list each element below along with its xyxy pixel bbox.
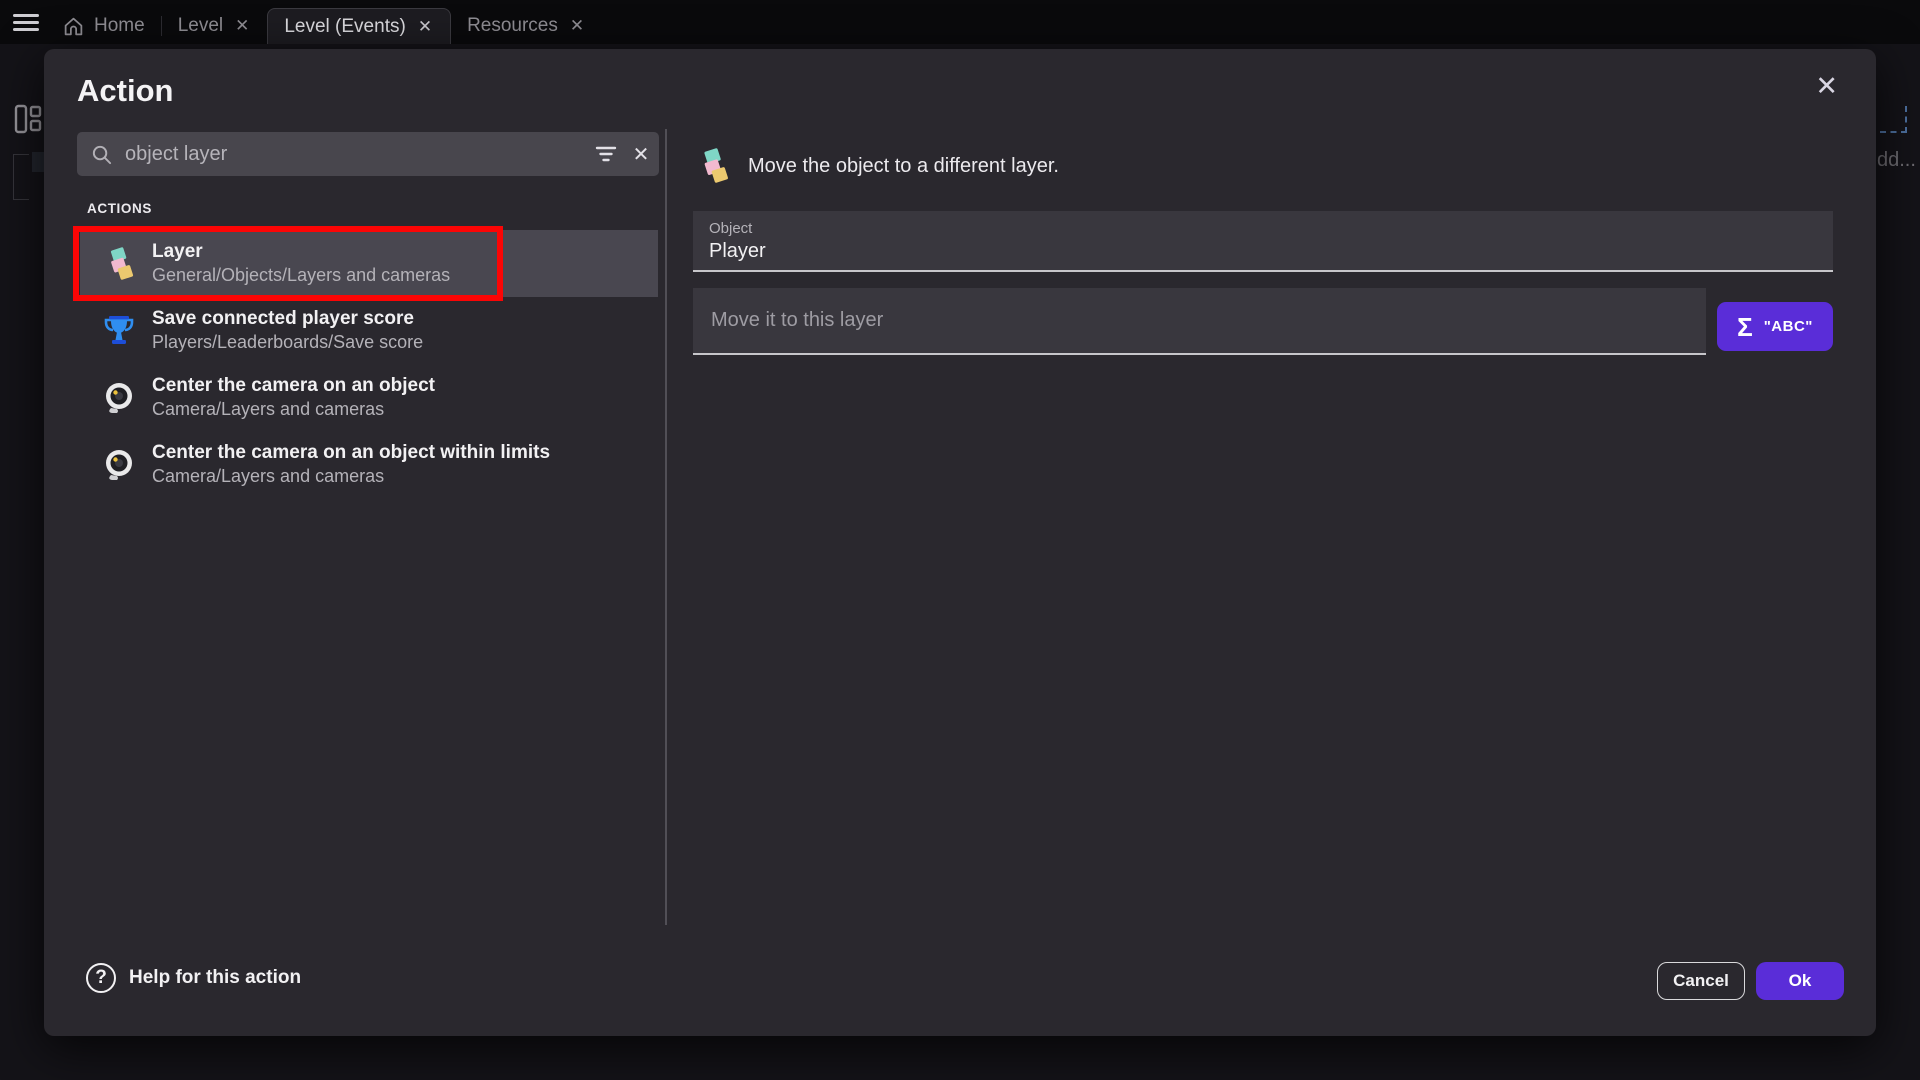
selection-dashed-border — [1905, 106, 1907, 133]
sigma-icon: Σ — [1737, 314, 1753, 340]
action-title: Layer — [152, 240, 450, 264]
search-clear-icon[interactable]: ✕ — [623, 137, 659, 171]
action-description: Move the object to a different layer. — [748, 155, 1059, 178]
layer-input[interactable] — [693, 288, 1706, 353]
right-panel-strip — [1876, 44, 1920, 1080]
panels-layout-icon[interactable] — [14, 104, 42, 134]
layers-icon — [696, 147, 730, 185]
search-icon — [90, 143, 113, 166]
left-toolbar-strip — [0, 44, 48, 1080]
action-item-center-camera[interactable]: Center the camera on an object Camera/La… — [80, 364, 658, 431]
expression-button-label: "ABC" — [1764, 318, 1813, 335]
ok-button[interactable]: Ok — [1756, 962, 1844, 1000]
object-field-value: Player — [709, 240, 1817, 263]
tab-label: Resources — [467, 15, 558, 37]
webcam-icon — [102, 381, 136, 415]
layer-field[interactable] — [693, 288, 1706, 355]
selection-dashed-border — [1880, 131, 1907, 133]
home-icon — [63, 16, 84, 37]
tab-level-events[interactable]: Level (Events) ✕ — [267, 8, 451, 44]
action-path: Camera/Layers and cameras — [152, 465, 550, 488]
cancel-button[interactable]: Cancel — [1657, 962, 1745, 1000]
action-dialog: Action ✕ ✕ ACTIONS — [44, 49, 1876, 1036]
dialog-close-icon[interactable]: ✕ — [1811, 67, 1842, 106]
action-list: Layer General/Objects/Layers and cameras… — [80, 230, 658, 498]
tab-home[interactable]: Home — [47, 8, 161, 44]
action-path: Players/Leaderboards/Save score — [152, 331, 423, 354]
tab-label: Level (Events) — [284, 16, 405, 38]
tab-level[interactable]: Level ✕ — [162, 8, 268, 44]
object-field-label: Object — [709, 220, 1817, 237]
webcam-icon — [102, 448, 136, 482]
action-title: Center the camera on an object — [152, 374, 435, 398]
action-path: General/Objects/Layers and cameras — [152, 264, 450, 287]
dialog-title: Action — [77, 73, 173, 109]
tab-bar: Home Level ✕ Level (Events) ✕ Resources … — [47, 8, 602, 44]
action-title: Save connected player score — [152, 307, 423, 331]
action-description-row: Move the object to a different layer. — [696, 147, 1059, 185]
object-field[interactable]: Object Player — [693, 211, 1833, 272]
action-item-save-score[interactable]: Save connected player score Players/Lead… — [80, 297, 658, 364]
layers-icon — [102, 247, 136, 281]
help-label: Help for this action — [129, 967, 301, 989]
tab-label: Level — [178, 15, 223, 37]
action-item-center-camera-limits[interactable]: Center the camera on an object within li… — [80, 431, 658, 498]
action-path: Camera/Layers and cameras — [152, 398, 435, 421]
background-truncated-label: dd... — [1877, 149, 1916, 172]
help-icon: ? — [86, 963, 116, 993]
action-search-bar[interactable]: ✕ — [77, 132, 659, 176]
top-bar: Home Level ✕ Level (Events) ✕ Resources … — [0, 0, 1920, 44]
actions-section-header: ACTIONS — [87, 201, 152, 216]
action-title: Center the camera on an object within li… — [152, 441, 550, 465]
tab-close-icon[interactable]: ✕ — [568, 16, 586, 36]
action-item-layer[interactable]: Layer General/Objects/Layers and cameras — [80, 230, 658, 297]
tab-label: Home — [94, 15, 145, 37]
help-link[interactable]: ? Help for this action — [86, 963, 301, 993]
expression-builder-button[interactable]: Σ "ABC" — [1717, 302, 1833, 351]
search-input[interactable] — [125, 143, 589, 166]
background-panel-edge — [13, 154, 29, 200]
tab-close-icon[interactable]: ✕ — [233, 16, 251, 36]
tab-resources[interactable]: Resources ✕ — [451, 8, 602, 44]
hamburger-menu-icon[interactable] — [13, 14, 39, 32]
tab-close-icon[interactable]: ✕ — [416, 17, 434, 37]
pane-divider — [665, 129, 667, 925]
filter-icon[interactable] — [589, 137, 623, 171]
trophy-icon — [102, 314, 136, 348]
